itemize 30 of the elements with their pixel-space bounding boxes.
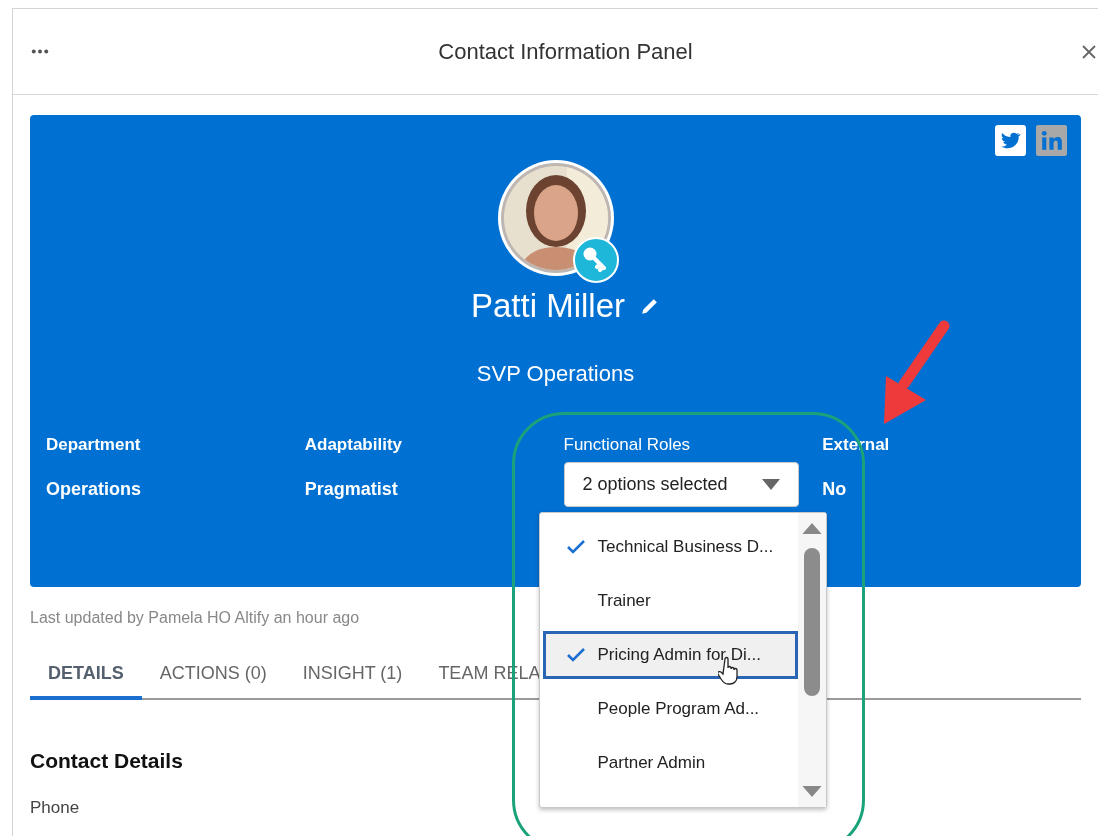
dropdown-option[interactable]: People Program Ad...: [542, 685, 798, 733]
field-label: Functional Roles: [563, 435, 691, 455]
field-label: Department: [46, 435, 141, 455]
tab[interactable]: INSIGHT (1): [284, 650, 421, 700]
field-value: Pragmatist: [304, 479, 398, 499]
section-heading: Contact Details: [30, 749, 183, 773]
dropdown-option[interactable]: Technical Business D...: [542, 523, 798, 571]
dropdown-option[interactable]: Partner Admin: [542, 739, 798, 787]
multiselect-dropdown[interactable]: 2 options selected: [563, 462, 799, 507]
scroll-up-icon[interactable]: [801, 523, 822, 534]
field-value: Operations: [46, 479, 142, 499]
window-title: Contact Information Panel: [437, 38, 694, 65]
job-title: SVP Operations: [476, 360, 635, 388]
bird-icon[interactable]: [995, 125, 1026, 156]
field-label: Adaptability: [304, 435, 403, 455]
scroll-down-icon[interactable]: [801, 786, 822, 797]
field-value: No: [822, 479, 847, 499]
field-label: External: [822, 435, 890, 455]
field-label: Phone: [30, 798, 81, 818]
tab[interactable]: DETAILS: [30, 650, 142, 700]
key-icon: [572, 237, 619, 283]
caret-icon: [761, 479, 780, 490]
last-updated-text: Last updated by Pamela HO Altify an hour ago: [30, 609, 360, 627]
close-icon[interactable]: [1082, 44, 1096, 59]
contact-name: Patti Miller: [471, 287, 625, 325]
dropdown-option[interactable]: Trainer: [542, 577, 798, 625]
more-icon[interactable]: [31, 49, 49, 54]
dropdown-value: 2 options selected: [582, 474, 728, 495]
tab[interactable]: ACTIONS (0): [141, 650, 285, 700]
scrollbar[interactable]: [797, 513, 826, 807]
